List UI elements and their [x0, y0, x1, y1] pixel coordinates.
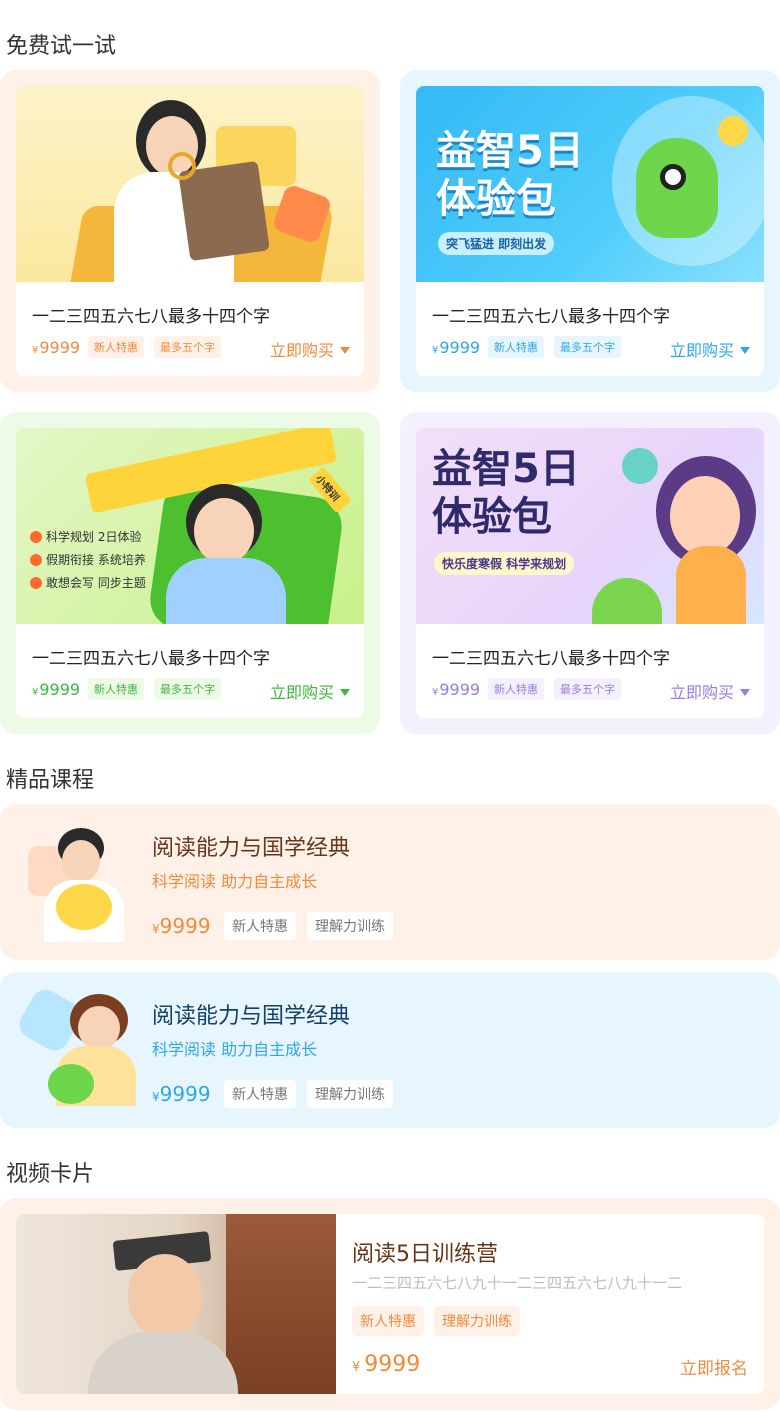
trial-card-1-buy-button[interactable]: 立即购买 [270, 337, 350, 361]
course-1-title: 阅读能力与国学经典 [152, 836, 351, 861]
video-desc: 一二三四五六七八九十一二三四五六七八九十一二 [352, 1274, 683, 1292]
child-face [128, 1254, 202, 1338]
trial-card-2[interactable]: 益智5日 体验包 突飞猛进 即刻出发 一二三四五六七八最多十四个字 ¥9999 … [400, 70, 780, 392]
trial-card-3-price: ¥9999 [32, 680, 81, 699]
trial-card-3-buy-button[interactable]: 立即购买 [270, 679, 350, 703]
child-face [194, 498, 254, 564]
check-icon [30, 531, 42, 543]
child-shirt [166, 558, 286, 624]
woman-face [78, 1006, 120, 1050]
character-scarf [676, 546, 746, 624]
trial-card-4-price: ¥9999 [432, 680, 481, 699]
wooden-door [226, 1214, 336, 1394]
green-mascot-icon [48, 1064, 94, 1104]
divide-bubble-icon [622, 448, 658, 484]
trial-card-4-buy-button[interactable]: 立即购买 [670, 679, 750, 703]
trial-card-2-buy-button[interactable]: 立即购买 [670, 337, 750, 361]
video-tag-newuser: 新人特惠 [352, 1306, 424, 1336]
character-face [670, 476, 740, 556]
trial-card-4-tag-newuser: 新人特惠 [488, 678, 544, 700]
video-thumbnail[interactable] [16, 1214, 336, 1394]
trial-card-3-tag-newuser: 新人特惠 [88, 678, 144, 700]
course-1-tag-skill: 理解力训练 [307, 912, 393, 940]
trial-card-3-image: 小特训 科学规划 2日体验 假期衔接 系统培养 敢想会写 同步主题 [16, 428, 364, 624]
course-1-subtitle: 科学阅读 助力自主成长 [152, 872, 318, 891]
bullet-item: 科学规划 2日体验 [30, 528, 146, 545]
section-title-video: 视频卡片 [6, 1162, 95, 1187]
banner-line-2: 体验包 [432, 494, 552, 540]
trial-card-4-image: 益智5日 体验包 快乐度寒假 科学来规划 [416, 428, 764, 624]
trial-card-2-price: ¥9999 [432, 338, 481, 357]
course-2-tag-skill: 理解力训练 [307, 1080, 393, 1108]
video-card[interactable]: 阅读5日训练营 一二三四五六七八九十一二三四五六七八九十一二 新人特惠 理解力训… [0, 1198, 780, 1410]
trial-card-4[interactable]: 益智5日 体验包 快乐度寒假 科学来规划 一二三四五六七八最多十四个字 ¥999… [400, 412, 780, 734]
yellow-emoji-icon [718, 116, 748, 146]
chevron-down-icon [740, 689, 750, 696]
chevron-down-icon [740, 347, 750, 354]
course-1-price: ¥9999 [152, 914, 211, 938]
trial-card-3-title: 一二三四五六七八最多十四个字 [32, 649, 270, 669]
banner-line-2: 体验包 [436, 176, 556, 222]
child-face [62, 840, 100, 882]
banner-subtitle: 突飞猛进 即刻出发 [438, 232, 555, 255]
video-price: ¥9999 [352, 1352, 421, 1377]
video-title: 阅读5日训练营 [352, 1242, 498, 1267]
course-1-tag-newuser: 新人特惠 [224, 912, 296, 940]
course-2-avatar [14, 984, 138, 1110]
course-2-title: 阅读能力与国学经典 [152, 1004, 351, 1029]
check-icon [30, 577, 42, 589]
trial-card-2-tag-newuser: 新人特惠 [488, 336, 544, 358]
trial-card-1-title: 一二三四五六七八最多十四个字 [32, 307, 270, 327]
trial-card-4-tag-extra: 最多五个字 [554, 678, 621, 700]
magnifier-icon [168, 152, 196, 180]
chevron-down-icon [340, 347, 350, 354]
course-2-tag-newuser: 新人特惠 [224, 1080, 296, 1108]
course-2-subtitle: 科学阅读 助力自主成长 [152, 1040, 318, 1059]
enroll-button[interactable]: 立即报名 [680, 1354, 748, 1379]
trial-card-1-tag-extra: 最多五个字 [154, 336, 221, 358]
section-title-courses: 精品课程 [6, 768, 95, 793]
banner-subtitle: 快乐度寒假 科学来规划 [434, 552, 575, 575]
check-icon [30, 554, 42, 566]
course-card-1[interactable]: 阅读能力与国学经典 科学阅读 助力自主成长 ¥9999 新人特惠 理解力训练 [0, 804, 780, 960]
trial-card-4-title: 一二三四五六七八最多十四个字 [432, 649, 670, 669]
banner-line-1: 益智5日 [436, 128, 584, 174]
trial-card-1-image [16, 86, 364, 282]
trial-card-3-tag-extra: 最多五个字 [154, 678, 221, 700]
chevron-down-icon [340, 689, 350, 696]
mascot-eye [660, 164, 686, 190]
course-2-price: ¥9999 [152, 1082, 211, 1106]
trial-card-1-tag-newuser: 新人特惠 [88, 336, 144, 358]
course-card-2[interactable]: 阅读能力与国学经典 科学阅读 助力自主成长 ¥9999 新人特惠 理解力训练 [0, 972, 780, 1128]
bullet-item: 敢想会写 同步主题 [30, 574, 146, 591]
chick-icon [56, 884, 112, 930]
trial-card-3[interactable]: 小特训 科学规划 2日体验 假期衔接 系统培养 敢想会写 同步主题 一二三四五六… [0, 412, 380, 734]
section-title-trial: 免费试一试 [6, 34, 117, 59]
bullet-list: 科学规划 2日体验 假期衔接 系统培养 敢想会写 同步主题 [30, 528, 146, 591]
trial-card-2-title: 一二三四五六七八最多十四个字 [432, 307, 670, 327]
bullet-item: 假期衔接 系统培养 [30, 551, 146, 568]
trial-card-1-price: ¥9999 [32, 338, 81, 357]
trial-card-2-image: 益智5日 体验包 突飞猛进 即刻出发 [416, 86, 764, 282]
green-mascot-icon [592, 578, 662, 624]
video-tag-skill: 理解力训练 [434, 1306, 520, 1336]
course-1-avatar [20, 822, 138, 942]
trial-card-1[interactable]: 一二三四五六七八最多十四个字 ¥9999 新人特惠 最多五个字 立即购买 [0, 70, 380, 392]
trial-card-2-tag-extra: 最多五个字 [554, 336, 621, 358]
banner-line-1: 益智5日 [432, 446, 580, 492]
child-robe [88, 1332, 238, 1394]
